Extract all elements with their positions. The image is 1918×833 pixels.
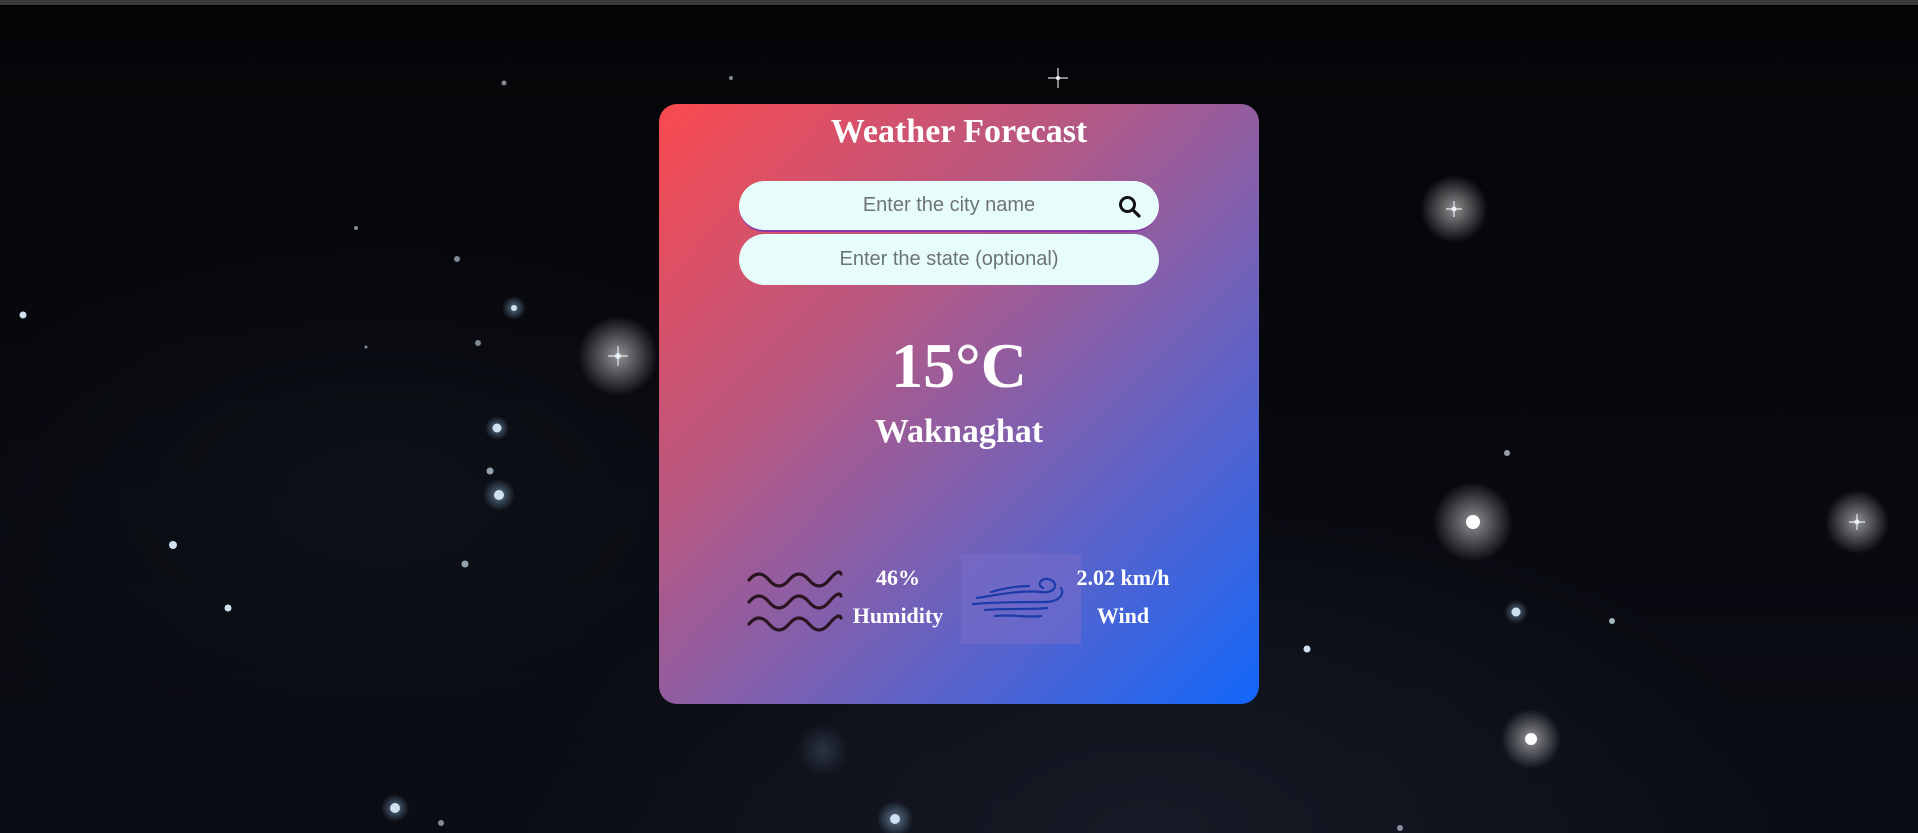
humidity-label: Humidity — [852, 603, 944, 628]
weather-card: Weather Forecast 15°C Waknaghat 46% Humi… — [659, 104, 1259, 704]
humidity-stat: 46% Humidity — [848, 559, 948, 635]
wind-label: Wind — [1096, 603, 1150, 628]
humidity-value: 46% — [876, 565, 920, 590]
state-search-box — [739, 234, 1159, 285]
state-input[interactable] — [739, 234, 1159, 285]
app-title: Weather Forecast — [830, 113, 1088, 150]
temperature-value: 15°C — [891, 330, 1027, 401]
search-icon — [1119, 196, 1141, 218]
search-button[interactable] — [1117, 194, 1143, 220]
wind-stat: 2.02 km/h Wind — [1068, 559, 1178, 635]
wind-icon-frame — [961, 554, 1081, 644]
city-input[interactable] — [739, 181, 1159, 230]
waves-icon — [747, 570, 843, 632]
city-name: Waknaghat — [874, 413, 1044, 450]
wind-icon — [971, 577, 1064, 618]
city-search-box — [739, 181, 1159, 232]
wind-value: 2.02 km/h — [1076, 565, 1170, 590]
